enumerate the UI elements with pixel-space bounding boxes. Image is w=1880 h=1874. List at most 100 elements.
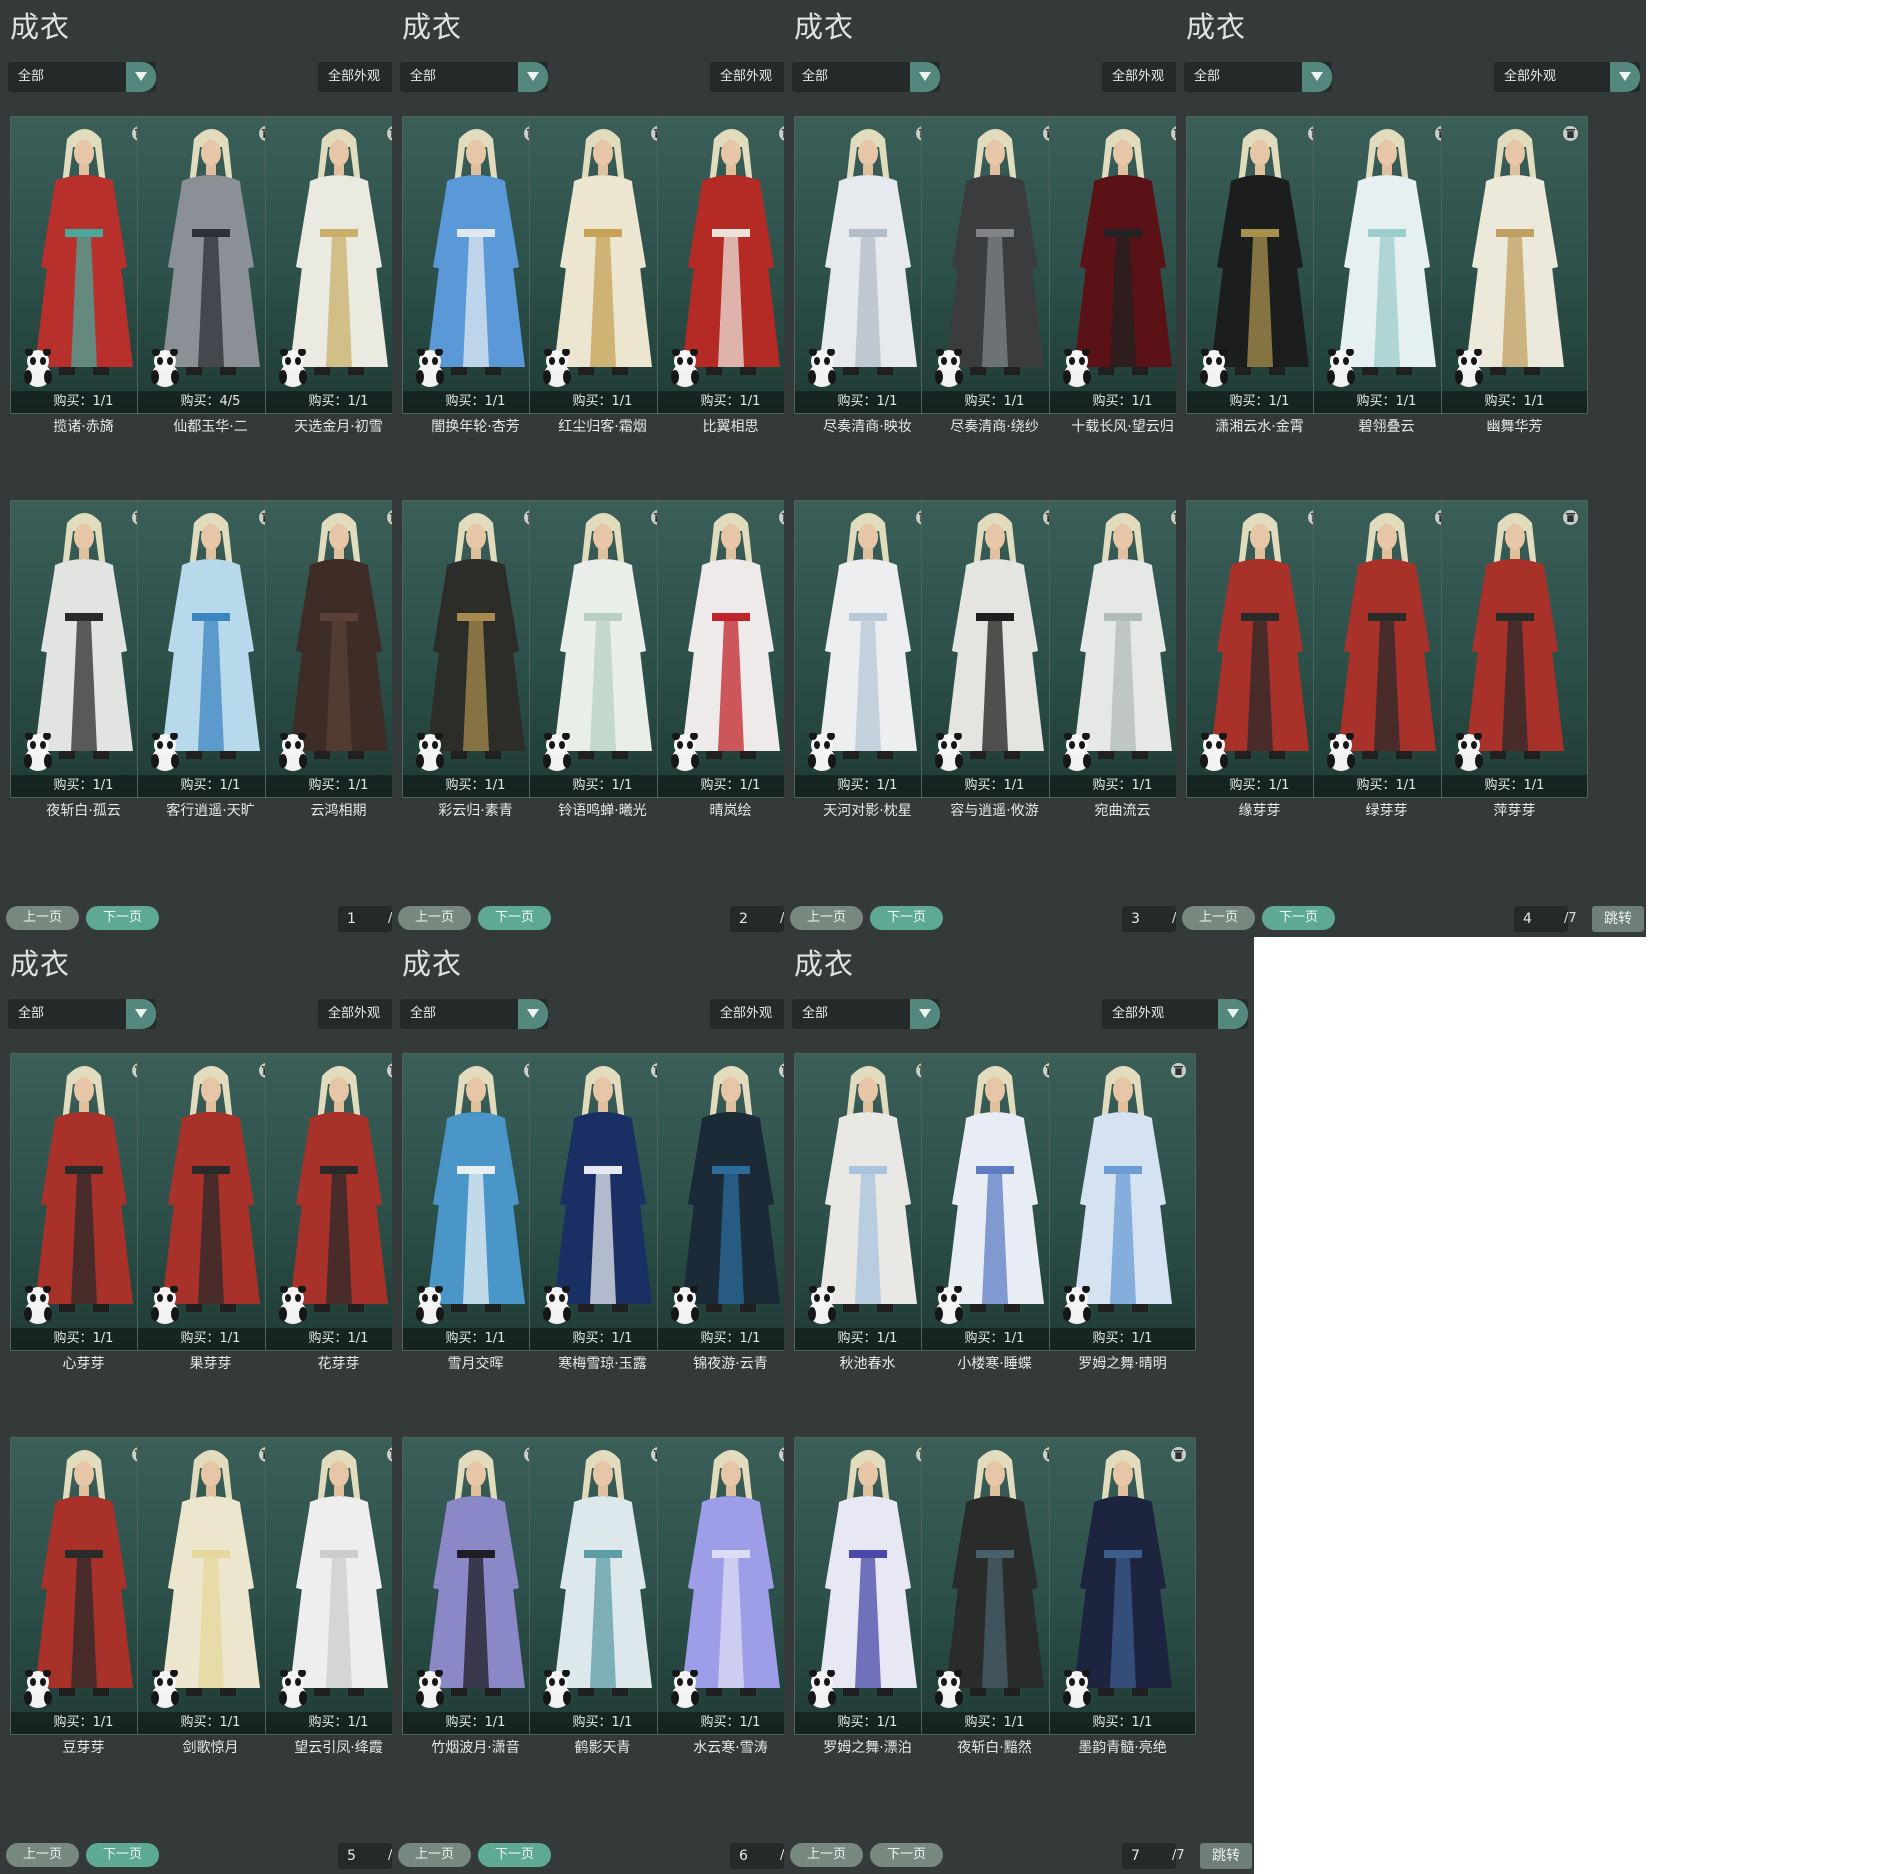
outfit-card[interactable]: 购买：1/1 xyxy=(1049,500,1196,798)
outfit-card[interactable]: 购买：1/1 xyxy=(1313,500,1460,798)
outfit-card[interactable]: 购买：1/1 xyxy=(529,116,676,414)
page-number-input[interactable]: 2 xyxy=(730,906,784,932)
trash-icon[interactable] xyxy=(1171,1447,1186,1462)
trash-icon[interactable] xyxy=(1563,510,1578,525)
appearance-dropdown[interactable]: 全部外观 xyxy=(1494,62,1640,92)
outfit-card[interactable]: 购买：1/1 xyxy=(1186,116,1333,414)
page-number-input[interactable]: 4 xyxy=(1514,906,1568,932)
page-number-input[interactable]: 1 xyxy=(338,906,392,932)
outfit-card[interactable]: 购买：1/1 xyxy=(265,1437,412,1735)
page-number-input[interactable]: 5 xyxy=(338,1843,392,1869)
panda-icon xyxy=(24,1286,52,1324)
outfit-card[interactable]: 购买：1/1 xyxy=(10,1053,157,1351)
outfit-card[interactable]: 购买：1/1 xyxy=(402,500,549,798)
outfit-card[interactable]: 购买：1/1 xyxy=(794,116,941,414)
prev-page-button[interactable]: 上一页 xyxy=(1182,906,1255,930)
outfit-card[interactable]: 购买：1/1 xyxy=(1313,116,1460,414)
panda-icon xyxy=(416,349,444,387)
outfit-card[interactable]: 购买：1/1 xyxy=(137,500,284,798)
outfit-card[interactable]: 购买：1/1 xyxy=(402,116,549,414)
appearance-dropdown-value: 全部外观 xyxy=(328,69,381,84)
appearance-dropdown[interactable]: 全部外观 xyxy=(1102,999,1248,1029)
chevron-down-icon[interactable] xyxy=(1610,62,1640,92)
next-page-button[interactable]: 下一页 xyxy=(478,1843,551,1867)
category-dropdown[interactable]: 全部 xyxy=(792,62,940,92)
panda-icon xyxy=(671,1670,699,1708)
next-page-button[interactable]: 下一页 xyxy=(86,906,159,930)
prev-page-button[interactable]: 上一页 xyxy=(790,906,863,930)
outfit-card[interactable]: 购买：1/1 xyxy=(657,1437,804,1735)
outfit-card[interactable]: 购买：1/1 xyxy=(657,500,804,798)
next-page-button[interactable]: 下一页 xyxy=(478,906,551,930)
panel-page-7: 成衣 全部 全部外观 购买：1/1 秋池春水 购买：1/1 小楼寒·睡蝶 购买：1/1 罗姆之舞… xyxy=(784,937,1254,1874)
jump-button[interactable]: 跳转 xyxy=(1200,1843,1252,1869)
category-dropdown[interactable]: 全部 xyxy=(792,999,940,1029)
outfit-card[interactable]: 购买：1/1 xyxy=(657,116,804,414)
outfit-card[interactable]: 购买：1/1 xyxy=(921,1437,1068,1735)
outfit-card[interactable]: 购买：1/1 xyxy=(1186,500,1333,798)
outfit-card[interactable]: 购买：1/1 xyxy=(10,1437,157,1735)
outfit-card[interactable]: 购买：1/1 xyxy=(1441,116,1588,414)
chevron-down-icon[interactable] xyxy=(126,999,156,1029)
outfit-card[interactable]: 购买：4/5 xyxy=(137,116,284,414)
outfit-card[interactable]: 购买：1/1 xyxy=(657,1053,804,1351)
chevron-down-icon[interactable] xyxy=(910,62,940,92)
category-dropdown[interactable]: 全部 xyxy=(8,62,156,92)
outfit-card[interactable]: 购买：1/1 xyxy=(265,116,412,414)
outfit-name: 萍芽芽 xyxy=(1493,803,1536,819)
prev-page-button[interactable]: 上一页 xyxy=(398,906,471,930)
page-number-input[interactable]: 7 xyxy=(1122,1843,1176,1869)
outfit-card[interactable]: 购买：1/1 xyxy=(1441,500,1588,798)
outfit-card[interactable]: 购买：1/1 xyxy=(137,1053,284,1351)
page-number-input[interactable]: 6 xyxy=(730,1843,784,1869)
outfit-card[interactable]: 购买：1/1 xyxy=(402,1437,549,1735)
outfit-card[interactable]: 购买：1/1 xyxy=(921,116,1068,414)
prev-page-button[interactable]: 上一页 xyxy=(398,1843,471,1867)
outfit-card[interactable]: 购买：1/1 xyxy=(921,1053,1068,1351)
chevron-down-icon[interactable] xyxy=(910,999,940,1029)
chevron-down-icon[interactable] xyxy=(1302,62,1332,92)
outfit-card[interactable]: 购买：1/1 xyxy=(794,1053,941,1351)
outfit-name: 天选金月·初雪 xyxy=(294,419,383,435)
outfit-card[interactable]: 购买：1/1 xyxy=(1049,1437,1196,1735)
outfit-card[interactable]: 购买：1/1 xyxy=(794,500,941,798)
category-dropdown[interactable]: 全部 xyxy=(400,999,548,1029)
outfit-name: 罗姆之舞·漂泊 xyxy=(823,1740,912,1756)
purchase-count: 购买：1/1 xyxy=(922,1328,1067,1350)
trash-icon[interactable] xyxy=(1171,1063,1186,1078)
next-page-button[interactable]: 下一页 xyxy=(86,1843,159,1867)
prev-page-button[interactable]: 上一页 xyxy=(790,1843,863,1867)
category-dropdown[interactable]: 全部 xyxy=(8,999,156,1029)
purchase-count: 购买：1/1 xyxy=(403,1328,548,1350)
page-number-input[interactable]: 3 xyxy=(1122,906,1176,932)
outfit-card[interactable]: 购买：1/1 xyxy=(921,500,1068,798)
panda-icon xyxy=(1063,1286,1091,1324)
outfit-card[interactable]: 购买：1/1 xyxy=(529,500,676,798)
next-page-button[interactable]: 下一页 xyxy=(870,1843,943,1867)
next-page-button[interactable]: 下一页 xyxy=(870,906,943,930)
chevron-down-icon[interactable] xyxy=(518,62,548,92)
next-page-button[interactable]: 下一页 xyxy=(1262,906,1335,930)
category-dropdown[interactable]: 全部 xyxy=(1184,62,1332,92)
outfit-card[interactable]: 购买：1/1 xyxy=(265,1053,412,1351)
outfit-card[interactable]: 购买：1/1 xyxy=(794,1437,941,1735)
chevron-down-icon[interactable] xyxy=(126,62,156,92)
outfit-card[interactable]: 购买：1/1 xyxy=(1049,1053,1196,1351)
outfit-card[interactable]: 购买：1/1 xyxy=(1049,116,1196,414)
outfit-card[interactable]: 购买：1/1 xyxy=(10,116,157,414)
purchase-count: 购买：1/1 xyxy=(530,1328,675,1350)
outfit-card[interactable]: 购买：1/1 xyxy=(10,500,157,798)
jump-button[interactable]: 跳转 xyxy=(1592,906,1644,932)
chevron-down-icon[interactable] xyxy=(1218,999,1248,1029)
prev-page-button[interactable]: 上一页 xyxy=(6,1843,79,1867)
purchase-count: 购买：1/1 xyxy=(1314,775,1459,797)
outfit-card[interactable]: 购买：1/1 xyxy=(402,1053,549,1351)
outfit-card[interactable]: 购买：1/1 xyxy=(529,1053,676,1351)
prev-page-button[interactable]: 上一页 xyxy=(6,906,79,930)
chevron-down-icon[interactable] xyxy=(518,999,548,1029)
outfit-card[interactable]: 购买：1/1 xyxy=(529,1437,676,1735)
trash-icon[interactable] xyxy=(1563,126,1578,141)
category-dropdown[interactable]: 全部 xyxy=(400,62,548,92)
outfit-card[interactable]: 购买：1/1 xyxy=(265,500,412,798)
outfit-card[interactable]: 购买：1/1 xyxy=(137,1437,284,1735)
